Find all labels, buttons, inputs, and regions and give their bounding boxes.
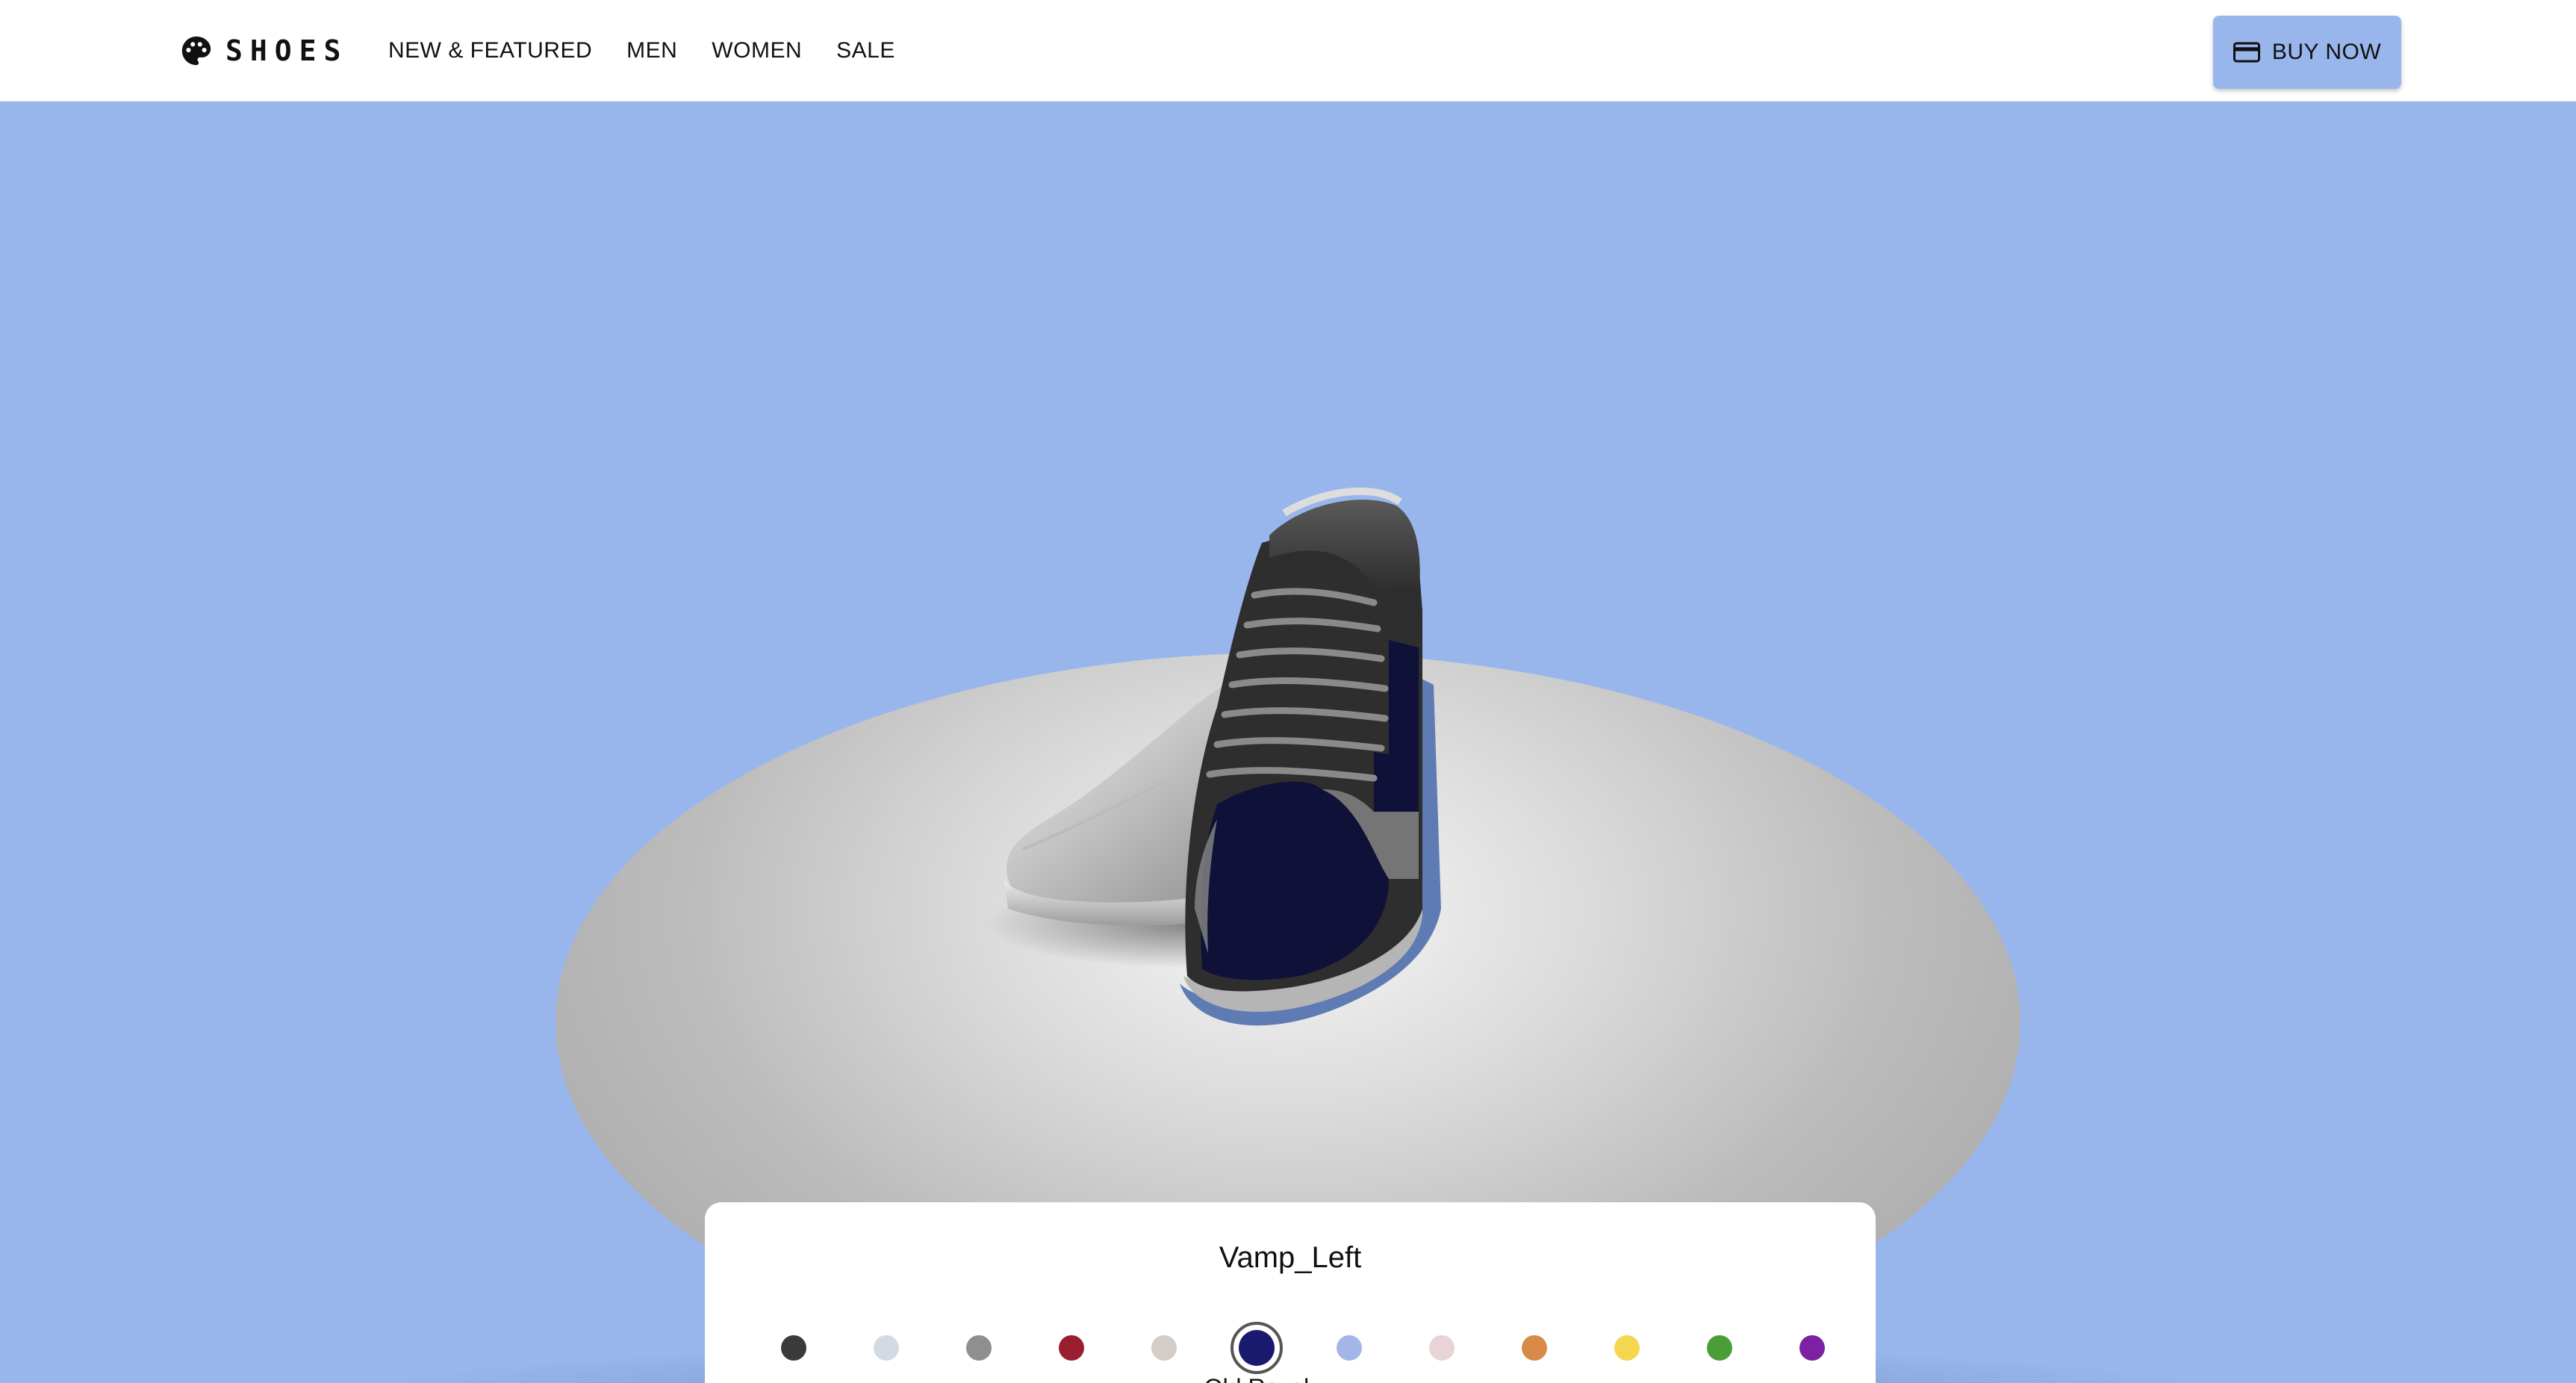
brand-logo[interactable]: SHOES <box>179 33 348 69</box>
color-swatch[interactable] <box>860 1322 912 1374</box>
color-picker-panel: Vamp_Left Old Royal <box>705 1202 1876 1383</box>
nav-women[interactable]: WOMEN <box>712 38 802 63</box>
palette-icon <box>181 36 211 66</box>
swatch-dot <box>1522 1335 1547 1361</box>
product-viewer[interactable]: Vamp_Left Old Royal <box>0 102 2576 1383</box>
color-swatch[interactable] <box>1323 1322 1375 1374</box>
swatch-dot <box>1614 1335 1640 1361</box>
color-swatch[interactable] <box>768 1322 820 1374</box>
color-swatch[interactable] <box>1693 1322 1746 1374</box>
color-swatch[interactable] <box>1508 1322 1561 1374</box>
swatch-dot <box>1429 1335 1455 1361</box>
color-swatch[interactable] <box>953 1322 1005 1374</box>
swatch-dot <box>874 1335 899 1361</box>
top-navbar: SHOES NEW & FEATURED MEN WOMEN SALE BUY … <box>0 0 2576 102</box>
swatch-row: Old Royal <box>768 1322 1825 1383</box>
swatch-dot <box>781 1335 806 1361</box>
nav-new-featured[interactable]: NEW & FEATURED <box>388 38 592 63</box>
credit-card-icon <box>2233 42 2260 63</box>
swatch-dot <box>966 1335 992 1361</box>
swatch-dot <box>1059 1335 1084 1361</box>
color-swatch[interactable] <box>1045 1322 1098 1374</box>
color-swatch[interactable] <box>1416 1322 1468 1374</box>
color-swatch[interactable] <box>1138 1322 1190 1374</box>
color-swatch[interactable] <box>1786 1322 1838 1374</box>
nav-men[interactable]: MEN <box>626 38 677 63</box>
swatch-dot <box>1337 1335 1362 1361</box>
part-name: Vamp_Left <box>1219 1241 1362 1274</box>
selected-ring <box>1231 1322 1283 1374</box>
selected-color-label: Old Royal <box>1160 1374 1354 1383</box>
color-swatch[interactable] <box>1601 1322 1653 1374</box>
brand-name: SHOES <box>225 34 349 67</box>
swatch-dot <box>1707 1335 1732 1361</box>
swatch-dot <box>1151 1335 1177 1361</box>
main-nav: NEW & FEATURED MEN WOMEN SALE <box>388 34 930 67</box>
swatch-dot <box>1799 1335 1825 1361</box>
nav-sale[interactable]: SALE <box>836 38 895 63</box>
color-swatch[interactable] <box>1231 1322 1283 1374</box>
swatch-dot <box>1239 1330 1275 1366</box>
buy-now-button[interactable]: BUY NOW <box>2213 16 2401 89</box>
buy-now-label: BUY NOW <box>2271 40 2382 64</box>
shoe-3d-model[interactable] <box>971 461 1463 1088</box>
